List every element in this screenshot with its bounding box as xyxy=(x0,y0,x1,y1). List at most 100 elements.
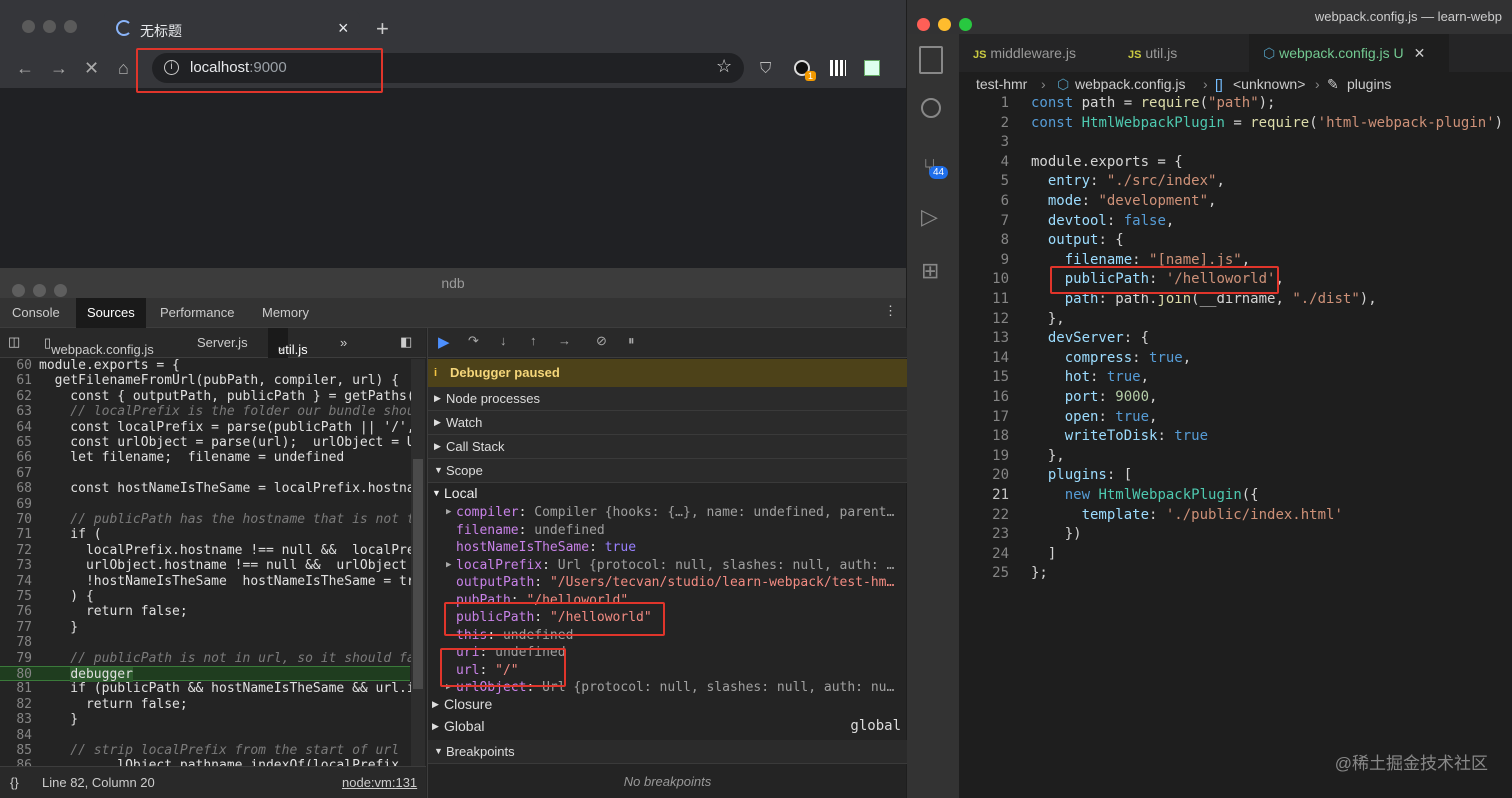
stop-icon[interactable]: ✕ xyxy=(84,58,99,79)
scope-var-filename[interactable]: filename: undefined xyxy=(428,522,907,540)
tab-performance[interactable]: Performance xyxy=(160,305,234,320)
line-number[interactable]: 84 xyxy=(0,728,32,743)
search-icon[interactable] xyxy=(921,98,941,118)
close-dot[interactable] xyxy=(12,284,25,297)
tab-sources[interactable]: Sources xyxy=(76,298,146,328)
file-tab-server[interactable]: Server.js xyxy=(197,335,248,350)
extensions-icon[interactable]: ⊞ xyxy=(921,258,939,284)
scope-var-localprefix[interactable]: ▶ localPrefix: Url {protocol: null, slash… xyxy=(428,557,907,575)
bookmark-star-icon[interactable]: ☆ xyxy=(716,56,732,77)
section-watch[interactable]: ▶ Watch xyxy=(428,411,907,435)
close-tab-icon[interactable]: ✕ xyxy=(1414,45,1426,61)
line-number[interactable]: 4 xyxy=(959,153,1009,173)
new-tab-button[interactable]: + xyxy=(376,16,389,42)
zoom-dot[interactable] xyxy=(64,20,77,33)
qr-code-icon[interactable] xyxy=(830,60,846,76)
line-number[interactable]: 76 xyxy=(0,604,32,619)
resume-icon[interactable]: ▶ xyxy=(438,333,450,351)
file-tab-webpack-config[interactable]: ▯ webpack.config.js xyxy=(44,335,154,357)
line-number[interactable]: 22 xyxy=(959,506,1009,526)
line-number[interactable]: 9 xyxy=(959,251,1009,271)
line-number[interactable]: 60 xyxy=(0,359,32,373)
line-number[interactable]: 14 xyxy=(959,349,1009,369)
pretty-print-icon[interactable]: {} xyxy=(10,775,19,790)
line-number[interactable]: 64 xyxy=(0,420,32,435)
more-options-icon[interactable]: ⋮ xyxy=(884,303,897,319)
browser-tab[interactable]: 无标题 × xyxy=(104,10,360,48)
section-breakpoints[interactable]: ▼ Breakpoints xyxy=(428,740,907,764)
line-number[interactable]: 21 xyxy=(959,486,1009,506)
line-number[interactable]: 68 xyxy=(0,481,32,496)
line-number[interactable]: 8 xyxy=(959,231,1009,251)
line-number[interactable]: 3 xyxy=(959,133,1009,153)
source-editor[interactable]: 60 module.exports = {61 getFilenameFromUr… xyxy=(0,359,426,766)
line-number[interactable]: 75 xyxy=(0,589,32,604)
line-number[interactable]: 15 xyxy=(959,368,1009,388)
line-number[interactable]: 23 xyxy=(959,525,1009,545)
line-number[interactable]: 62 xyxy=(0,389,32,404)
line-number[interactable]: 86 xyxy=(0,758,32,766)
line-number[interactable]: 79 xyxy=(0,651,32,666)
scope-var-pubpath[interactable]: pubPath: "/helloworld" xyxy=(428,592,907,610)
line-number[interactable]: 19 xyxy=(959,447,1009,467)
line-number[interactable]: 67 xyxy=(0,466,32,481)
line-number[interactable]: 85 xyxy=(0,743,32,758)
line-number[interactable]: 77 xyxy=(0,620,32,635)
back-icon[interactable]: ← xyxy=(16,58,34,79)
scope-local[interactable]: ▼ Local xyxy=(428,485,907,503)
scope-var-publicpath[interactable]: publicPath: "/helloworld" xyxy=(428,609,907,627)
line-number[interactable]: 5 xyxy=(959,172,1009,192)
line-number[interactable]: 11 xyxy=(959,290,1009,310)
tab-util[interactable]: JS util.js xyxy=(1114,34,1249,72)
minimize-dot[interactable] xyxy=(33,284,46,297)
tab-middleware[interactable]: JS middleware.js xyxy=(959,34,1114,72)
line-number[interactable]: 70 xyxy=(0,512,32,527)
scope-var-uri[interactable]: uri: undefined xyxy=(428,644,907,662)
line-number[interactable]: 61 xyxy=(0,373,32,388)
scope-var-compiler[interactable]: ▶ compiler: Compiler {hooks: {…}, name: u… xyxy=(428,504,907,522)
line-number[interactable]: 25 xyxy=(959,564,1009,584)
step-over-icon[interactable]: ↷ xyxy=(468,333,479,349)
breadcrumb-property[interactable]: plugins xyxy=(1347,72,1391,96)
code-editor[interactable]: 1 const path = require("path"); 2 const Htm… xyxy=(959,94,1512,798)
line-number[interactable]: 65 xyxy=(0,435,32,450)
extension-shield-icon[interactable]: ⛉ xyxy=(760,60,771,77)
line-number[interactable]: 71 xyxy=(0,527,32,542)
line-number[interactable]: 82 xyxy=(0,697,32,712)
line-number[interactable]: 73 xyxy=(0,558,32,573)
extension-chart-icon[interactable] xyxy=(864,60,880,76)
line-number[interactable]: 66 xyxy=(0,450,32,465)
line-number[interactable]: 18 xyxy=(959,427,1009,447)
line-number[interactable]: 69 xyxy=(0,497,32,512)
line-number[interactable]: 12 xyxy=(959,310,1009,330)
info-icon[interactable]: i xyxy=(164,60,179,75)
scope-var-url[interactable]: url: "/" xyxy=(428,662,907,680)
line-number[interactable]: 81 xyxy=(0,681,32,696)
step-into-icon[interactable]: ↓ xyxy=(500,333,507,348)
tab-memory[interactable]: Memory xyxy=(262,305,309,320)
breadcrumb-file[interactable]: webpack.config.js xyxy=(1075,72,1186,96)
file-tab-util[interactable]: util.js × xyxy=(268,328,308,358)
section-scope[interactable]: ▼ Scope xyxy=(428,459,907,483)
editor-scrollbar[interactable] xyxy=(411,359,425,766)
zoom-dot[interactable] xyxy=(959,18,972,31)
line-number[interactable]: 74 xyxy=(0,574,32,589)
scope-global[interactable]: ▶ Global global xyxy=(428,718,907,736)
scope-var-outputpath[interactable]: outputPath: "/Users/tecvan/studio/learn-… xyxy=(428,574,907,592)
close-dot[interactable] xyxy=(917,18,930,31)
line-number[interactable]: 6 xyxy=(959,192,1009,212)
address-bar[interactable]: i localhost:9000 ☆ xyxy=(152,53,744,83)
more-tabs-icon[interactable]: » xyxy=(340,335,347,350)
line-number[interactable]: 1 xyxy=(959,94,1009,114)
line-number[interactable]: 10 xyxy=(959,270,1009,290)
step-icon[interactable]: → xyxy=(558,333,571,348)
line-number[interactable]: 2 xyxy=(959,114,1009,134)
line-number[interactable]: 7 xyxy=(959,212,1009,232)
source-link[interactable]: node:vm:131 xyxy=(342,775,417,790)
window-controls[interactable] xyxy=(22,20,85,38)
tab-console[interactable]: Console xyxy=(12,305,60,320)
deactivate-breakpoints-icon[interactable]: ⊘ xyxy=(596,333,607,349)
line-number[interactable]: 24 xyxy=(959,545,1009,565)
scope-var-urlobject[interactable]: ▶ urlObject: Url {protocol: null, slashes… xyxy=(428,679,907,697)
line-number[interactable]: 13 xyxy=(959,329,1009,349)
